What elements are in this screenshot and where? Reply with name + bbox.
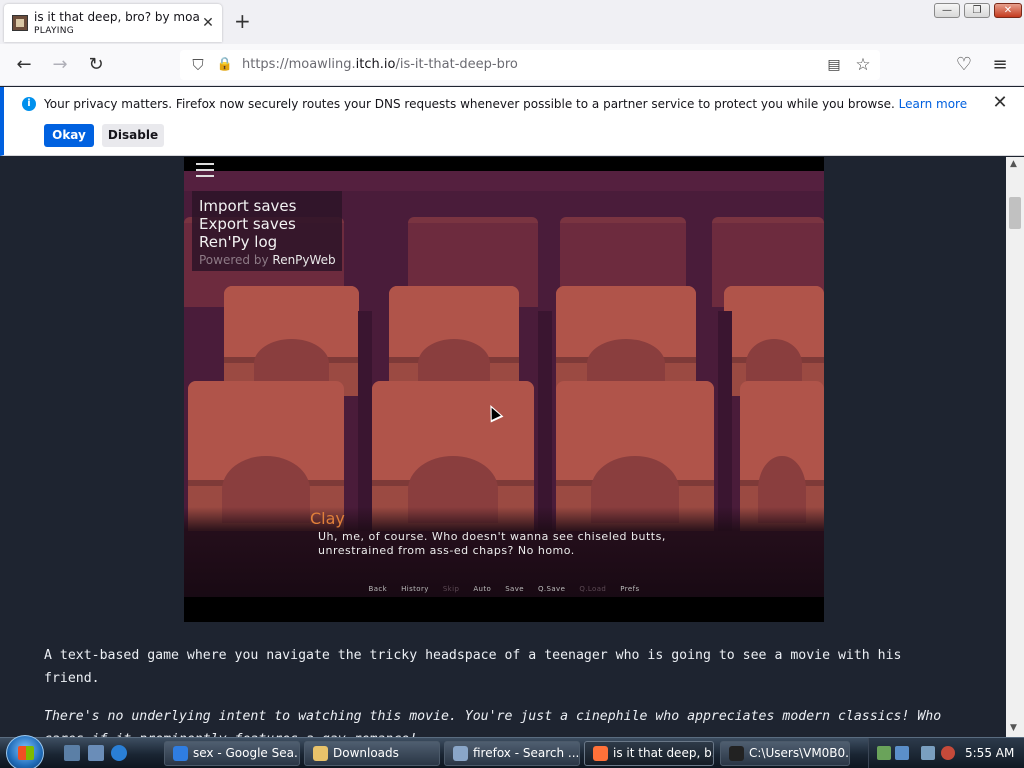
taskbar-item-cmd[interactable]: C:\Users\VM0B0... [720,741,850,766]
tracking-shield-icon[interactable]: ⛉ [188,55,208,75]
internet-explorer-icon[interactable] [111,745,127,761]
middle-row-seat [556,286,696,396]
taskbar-item-label: C:\Users\VM0B0... [749,746,850,760]
renpy-log-item[interactable]: Ren'Py log [199,233,277,251]
tab-playing-status: PLAYING [34,26,75,36]
quick-menu-back[interactable]: Back [369,585,388,593]
taskbar-item-label: sex - Google Sea... [193,746,300,760]
taskbar-item-firefox[interactable]: is it that deep, b... [584,741,714,766]
quick-menu-qsave[interactable]: Q.Save [538,585,565,593]
renpy-menu-hamburger-icon[interactable] [196,163,214,179]
taskbar-item-label: Downloads [333,746,399,760]
renpyweb-menu: Import saves Export saves Ren'Py log Pow… [192,191,342,271]
powered-by-prefix: Powered by [199,253,269,267]
import-saves-item[interactable]: Import saves [199,197,296,215]
quick-menu-save[interactable]: Save [505,585,524,593]
tab-title: is it that deep, bro? by moawling [34,10,199,24]
switch-windows-icon[interactable] [88,745,104,761]
scroll-up-arrow-icon[interactable]: ▲ [1010,159,1017,169]
dialogue-text: Uh, me, of course. Who doesn't wanna see… [318,530,666,557]
notification-close-icon[interactable]: ✕ [990,93,1010,113]
page-content: Import saves Export saves Ren'Py log Pow… [0,157,1006,737]
tray-security-icon[interactable] [895,746,909,760]
navigation-toolbar: ← → ↻ ⛉ 🔒 https://moawling.itch.io/is-it… [0,44,1024,86]
seat-divider [538,311,552,531]
info-icon: i [22,97,36,111]
middle-row-seat [224,286,359,396]
taskbar-item-downloads[interactable]: Downloads [304,741,440,766]
system-tray: 5:55 AM [868,738,1024,768]
privacy-notification-bar: i Your privacy matters. Firefox now secu… [0,87,1024,156]
new-tab-button[interactable]: + [234,10,251,32]
disable-button[interactable]: Disable [102,124,164,147]
taskbar-item-search[interactable]: firefox - Search ... [444,741,580,766]
page-scrollbar[interactable]: ▲ ▼ [1006,157,1024,737]
middle-row-seat [389,286,519,396]
seat-divider [358,311,372,531]
url-path: /is-it-that-deep-bro [395,57,518,72]
tray-display-icon[interactable] [921,746,935,760]
window-close-button[interactable]: ✕ [994,3,1022,18]
taskbar-clock[interactable]: 5:55 AM [965,746,1014,760]
show-desktop-icon[interactable] [64,745,80,761]
url-bar[interactable]: ⛉ 🔒 https://moawling.itch.io/is-it-that-… [180,50,880,80]
game-description-paragraph: A text-based game where you navigate the… [44,648,902,686]
speaker-name: Clay [310,509,345,528]
lock-icon[interactable]: 🔒 [216,55,234,75]
game-frame[interactable]: Import saves Export saves Ren'Py log Pow… [184,157,824,622]
taskbar-item-label: is it that deep, b... [613,746,714,760]
cmd-icon [729,746,744,761]
scroll-down-arrow-icon[interactable]: ▼ [1010,723,1017,733]
chrome-icon [173,746,188,761]
taskbar-item-label: firefox - Search ... [473,746,580,760]
quick-menu-history[interactable]: History [401,585,429,593]
reload-icon[interactable]: ↻ [84,53,108,77]
seat-divider [718,311,732,531]
quick-menu-prefs[interactable]: Prefs [620,585,639,593]
reader-view-icon[interactable]: ▤ [824,55,844,75]
folder-icon [313,746,328,761]
renpyweb-link[interactable]: RenPyWeb [272,253,335,267]
windows-taskbar: sex - Google Sea... Downloads firefox - … [0,735,1024,768]
learn-more-link[interactable]: Learn more [899,97,967,111]
quick-menu-skip[interactable]: Skip [443,585,460,593]
okay-button[interactable]: Okay [44,124,94,147]
taskbar-item-chrome[interactable]: sex - Google Sea... [164,741,300,766]
tab-close-icon[interactable]: ✕ [199,14,217,32]
window-maximize-button[interactable]: ❐ [964,3,990,18]
bookmark-star-icon[interactable]: ☆ [852,54,874,76]
tray-volume-muted-icon[interactable] [941,746,955,760]
pocket-icon[interactable]: ♡ [952,53,976,77]
scroll-thumb[interactable] [1009,197,1021,229]
game-favicon-icon [12,15,28,31]
tab-bar: is it that deep, bro? by moawling PLAYIN… [0,0,1024,44]
active-tab[interactable]: is it that deep, bro? by moawling PLAYIN… [4,4,222,42]
notification-message: Your privacy matters. Firefox now secure… [44,97,967,111]
tray-network-icon[interactable] [877,746,891,760]
url-text[interactable]: https://moawling.itch.io/is-it-that-deep… [242,57,518,72]
wall-band [184,171,824,191]
search-window-icon [453,746,468,761]
hamburger-menu-icon[interactable]: ≡ [988,53,1012,77]
url-domain: itch.io [355,57,396,72]
game-description-italic-paragraph: There's no underlying intent to watching… [44,709,942,737]
url-prefix: https://moawling. [242,57,356,72]
forward-arrow-icon[interactable]: → [48,53,72,77]
export-saves-item[interactable]: Export saves [199,215,296,233]
window-minimize-button[interactable]: — [934,3,960,18]
middle-row-seat [724,286,824,396]
quick-menu: Back History Skip Auto Save Q.Save Q.Load Prefs [184,585,824,593]
back-arrow-icon[interactable]: ← [12,53,36,77]
firefox-icon [593,746,608,761]
start-button[interactable] [6,735,44,768]
powered-by-text: Powered by RenPyWeb [199,253,336,267]
quick-menu-auto[interactable]: Auto [473,585,491,593]
notification-text: Your privacy matters. Firefox now secure… [44,97,895,111]
quick-menu-qload[interactable]: Q.Load [579,585,606,593]
